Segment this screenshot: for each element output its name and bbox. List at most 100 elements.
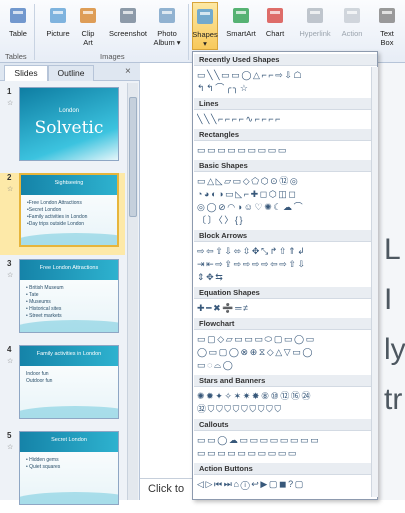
slide-title: Sightseeing bbox=[54, 180, 84, 186]
shape-row[interactable]: ◯▭▢◯⊗⊕⧖◇△▽▭◯ bbox=[197, 346, 377, 358]
photo-album-icon bbox=[156, 5, 178, 27]
slide-thumbnail-row[interactable]: 3 ☆ Free London Attractions • British Museu… bbox=[0, 259, 125, 341]
slide-body: • Hidden gems • Quiet squares bbox=[26, 457, 60, 471]
gallery-section-header: Equation Shapes bbox=[194, 287, 377, 299]
screenshot-button[interactable]: Screenshot bbox=[108, 2, 148, 50]
text-box-label: Text Box bbox=[380, 29, 394, 47]
gallery-section-header: Basic Shapes bbox=[194, 160, 377, 172]
shape-row[interactable]: 〔〕〈〉{} bbox=[197, 214, 377, 226]
slide-bullet: • Hidden gems bbox=[26, 457, 59, 463]
slide-bullet: •Free London Attractions bbox=[27, 200, 82, 206]
gallery-section-header: Block Arrows bbox=[194, 230, 377, 242]
slide-thumbnail[interactable]: Family activities in London Indoor fun Out… bbox=[19, 345, 119, 419]
slide-bullet: • Tate bbox=[26, 292, 39, 298]
shape-row[interactable]: ╲╲╲⌐⌐⌐⌐∿⌐⌐⌐⌐ bbox=[197, 113, 377, 125]
chart-label: Chart bbox=[265, 29, 285, 38]
slide-body: Indoor fun Outdoor fun bbox=[26, 371, 52, 385]
shape-row[interactable]: ◎◯⊘◠◑☺♡✺☾☁⌒ bbox=[197, 201, 377, 213]
slide-bullet: •Secret London bbox=[27, 207, 62, 213]
photo-album-button[interactable]: Photo Album ▾ bbox=[148, 2, 186, 50]
action-label: Action bbox=[341, 29, 363, 38]
tab-slides[interactable]: Slides bbox=[4, 65, 48, 81]
clip-art-button[interactable]: Clip Art bbox=[74, 2, 102, 50]
slide-bullet: • Street markets bbox=[26, 313, 62, 319]
slide-wave-decoration bbox=[20, 320, 118, 332]
shape-row[interactable]: ⇕✥⇆ bbox=[197, 271, 377, 283]
shape-row[interactable]: ↰↰⌒╭╮☆ bbox=[197, 82, 377, 94]
clip-art-icon bbox=[77, 5, 99, 27]
shape-row[interactable]: ▭▭▭▭▭▭▭▭▭▭ bbox=[197, 447, 377, 459]
shape-row[interactable]: ▭◌⌓◯ bbox=[197, 359, 377, 371]
slide-number: 3 bbox=[7, 259, 12, 268]
smartart-label: SmartArt bbox=[226, 29, 256, 38]
tab-outline[interactable]: Outline bbox=[48, 65, 94, 81]
chart-icon bbox=[264, 5, 286, 27]
slide-thumbnail[interactable]: Sightseeing •Free London Attractions •Secr… bbox=[19, 173, 119, 247]
shape-row[interactable]: ⇥⇤⇨⇪⇨⇨⇨⇨⇦⇨⇧⇩ bbox=[197, 258, 377, 270]
gallery-section-header: Action Buttons bbox=[194, 463, 377, 475]
slide-thumbnail[interactable]: Free London Attractions • British Museum •… bbox=[19, 259, 119, 333]
pane-tabs: Slides Outline × bbox=[0, 63, 140, 81]
shape-row[interactable]: ◔◕◐◑▭◺⌐✚◻⬡◫◻ bbox=[197, 188, 377, 200]
slide-wave-decoration bbox=[20, 492, 118, 504]
clip-art-label: Clip Art bbox=[81, 29, 95, 47]
animation-star-icon: ☆ bbox=[7, 444, 14, 451]
slide-thumbnail[interactable]: London Solvetic bbox=[19, 87, 119, 161]
shape-row[interactable]: ⇨⇦⇧⇩⬄⇳✥⤡↱⇧⇑↲ bbox=[197, 245, 377, 257]
shape-row[interactable]: ㉜⛉⛉⛉⛉⛉⛉⛉⛉⛉ bbox=[197, 403, 377, 415]
shape-row[interactable]: ✚━✖➗═≠ bbox=[197, 302, 377, 314]
slide-bullet: Indoor fun bbox=[26, 371, 49, 377]
smartart-button[interactable]: SmartArt bbox=[222, 2, 260, 50]
gallery-section-header: Stars and Banners bbox=[194, 375, 377, 387]
slide-bullet: • British Museum bbox=[26, 285, 64, 291]
slide-wave-decoration bbox=[20, 406, 118, 418]
slide-number: 4 bbox=[7, 345, 12, 354]
shape-row[interactable]: ▭▭◯☁▭▭▭▭▭▭▭▭ bbox=[197, 434, 377, 446]
group-label-images: Images bbox=[100, 52, 125, 61]
slide-thumbnail-row[interactable]: 4 ☆ Family activities in London Indoor fun O… bbox=[0, 345, 125, 427]
gallery-section-header: Callouts bbox=[194, 419, 377, 431]
slide-body: • British Museum • Tate • Museums • Histori… bbox=[26, 285, 64, 320]
shape-row[interactable]: ▭▢◇▱▭▭▭⬭▢▭◯▭ bbox=[197, 333, 377, 345]
shapes-icon bbox=[194, 6, 216, 28]
shape-row[interactable]: ▭△◺▱▭◇⬠⬡⊙⑫◎ bbox=[197, 175, 377, 187]
photo-album-label: Photo Album ▾ bbox=[153, 29, 181, 47]
text-box-button[interactable]: Text Box bbox=[372, 2, 402, 50]
animation-star-icon: ☆ bbox=[7, 100, 14, 107]
slide-text-fragment: tr bbox=[384, 383, 403, 416]
picture-label: Picture bbox=[46, 29, 70, 38]
slide-thumbnail[interactable]: Secret London • Hidden gems • Quiet square… bbox=[19, 431, 119, 505]
slide-title: London bbox=[58, 108, 80, 114]
slide-thumbnail-row[interactable]: 1 ☆ London Solvetic bbox=[0, 87, 125, 169]
slide-thumbnail-row[interactable]: 2 ☆ Sightseeing •Free London Attractions •Se… bbox=[0, 173, 125, 255]
picture-icon bbox=[47, 5, 69, 27]
slides-pane: Slides Outline × 1 ☆ London Solvetic 2 ☆ Sight… bbox=[0, 63, 140, 505]
hyperlink-button[interactable]: Hyperlink bbox=[296, 2, 334, 50]
pane-scrollbar[interactable] bbox=[127, 83, 138, 500]
shapes-button[interactable]: Shapes ▾ bbox=[192, 2, 218, 50]
slide-text-fragment: I bbox=[384, 283, 393, 316]
scrollbar-thumb[interactable] bbox=[129, 97, 137, 217]
gallery-section-header: Flowchart bbox=[194, 318, 377, 330]
slide-title: Secret London bbox=[51, 437, 87, 443]
action-button[interactable]: Action bbox=[338, 2, 366, 50]
slide-text-fragment: L bbox=[384, 233, 401, 266]
slide-editor[interactable]: L Ily tr bbox=[378, 63, 405, 500]
picture-button[interactable]: Picture bbox=[42, 2, 74, 50]
slide-brand: Solvetic bbox=[34, 118, 104, 138]
animation-star-icon: ☆ bbox=[7, 186, 14, 193]
notes-placeholder[interactable]: Click to bbox=[140, 478, 192, 500]
shape-row[interactable]: ▭╲╲▭▭◯△⌐⌐⇨⇩☖ bbox=[197, 69, 377, 81]
hyperlink-icon bbox=[304, 5, 326, 27]
hyperlink-label: Hyperlink bbox=[299, 29, 331, 38]
shape-row[interactable]: ✺✹✦✧✶✷✸⑧⑩⑫⑯㉔ bbox=[197, 390, 377, 402]
close-icon[interactable]: × bbox=[125, 66, 131, 77]
slide-thumbnail-row[interactable]: 5 ☆ Secret London • Hidden gems • Quiet squa… bbox=[0, 431, 125, 513]
slide-number: 2 bbox=[7, 173, 12, 182]
shape-row[interactable]: ◁▷⏮⏭⌂ⓘ↩▶▢◼?▢ bbox=[197, 478, 377, 490]
table-button[interactable]: Table bbox=[2, 2, 34, 50]
gallery-scrollbar[interactable] bbox=[371, 67, 378, 497]
shape-row[interactable]: ▭▭▭▭▭▭▭▭▭ bbox=[197, 144, 377, 156]
slide-number: 1 bbox=[7, 87, 12, 96]
chart-button[interactable]: Chart bbox=[262, 2, 288, 50]
